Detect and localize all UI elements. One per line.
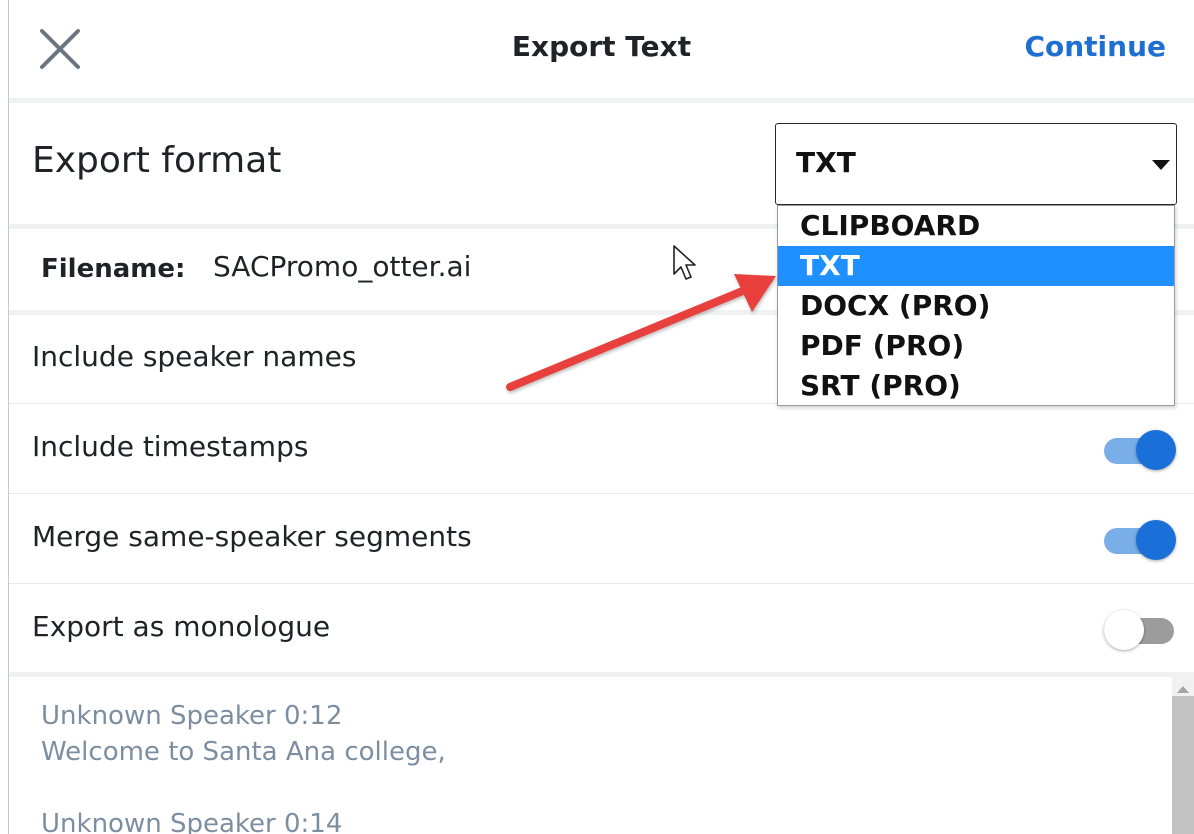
export-format-selected-value: TXT <box>796 146 856 179</box>
transcript-preview[interactable]: Unknown Speaker 0:12 Welcome to Santa An… <box>9 676 1194 834</box>
export-format-select[interactable]: TXT <box>775 123 1177 205</box>
scroll-thumb[interactable] <box>1172 696 1194 834</box>
row-divider <box>9 583 1194 584</box>
dialog-title: Export Text <box>511 30 692 63</box>
merge-segments-toggle[interactable] <box>1104 518 1176 560</box>
mouse-cursor-icon <box>673 245 696 280</box>
include-speaker-names-label: Include speaker names <box>32 340 357 373</box>
format-option-txt[interactable]: TXT <box>778 246 1174 286</box>
preview-line: Welcome to Santa Ana college, <box>41 737 446 767</box>
export-monologue-label: Export as monologue <box>32 610 331 643</box>
format-option-clipboard[interactable]: CLIPBOARD <box>778 206 1174 246</box>
preview-scrollbar[interactable] <box>1172 676 1194 834</box>
merge-segments-label: Merge same-speaker segments <box>32 520 472 553</box>
continue-button[interactable]: Continue <box>1024 30 1166 63</box>
preview-spacer <box>41 770 446 806</box>
dialog-header: Export Text Continue <box>9 0 1194 100</box>
preview-speaker: Unknown Speaker 0:14 <box>41 809 343 834</box>
include-timestamps-label: Include timestamps <box>32 430 309 463</box>
filename-key: Filename: <box>41 254 186 284</box>
toggle-knob <box>1136 430 1176 470</box>
include-timestamps-toggle[interactable] <box>1104 428 1176 470</box>
row-divider <box>9 493 1194 494</box>
export-format-label: Export format <box>32 140 282 181</box>
format-option-pdf[interactable]: PDF (PRO) <box>778 326 1174 366</box>
export-monologue-toggle[interactable] <box>1104 608 1176 650</box>
filename-value: SACPromo_otter.ai <box>213 250 472 283</box>
scroll-up-icon[interactable] <box>1177 686 1189 693</box>
caret-down-icon <box>1152 160 1170 170</box>
preview-content: Unknown Speaker 0:12 Welcome to Santa An… <box>41 698 446 834</box>
header-divider <box>9 98 1194 103</box>
format-option-srt[interactable]: SRT (PRO) <box>778 366 1174 406</box>
toggle-knob <box>1136 520 1176 560</box>
format-option-docx[interactable]: DOCX (PRO) <box>778 286 1174 326</box>
preview-speaker: Unknown Speaker 0:12 <box>41 701 343 731</box>
export-format-dropdown: CLIPBOARD TXT DOCX (PRO) PDF (PRO) SRT (… <box>777 205 1175 406</box>
toggle-knob <box>1104 610 1144 650</box>
